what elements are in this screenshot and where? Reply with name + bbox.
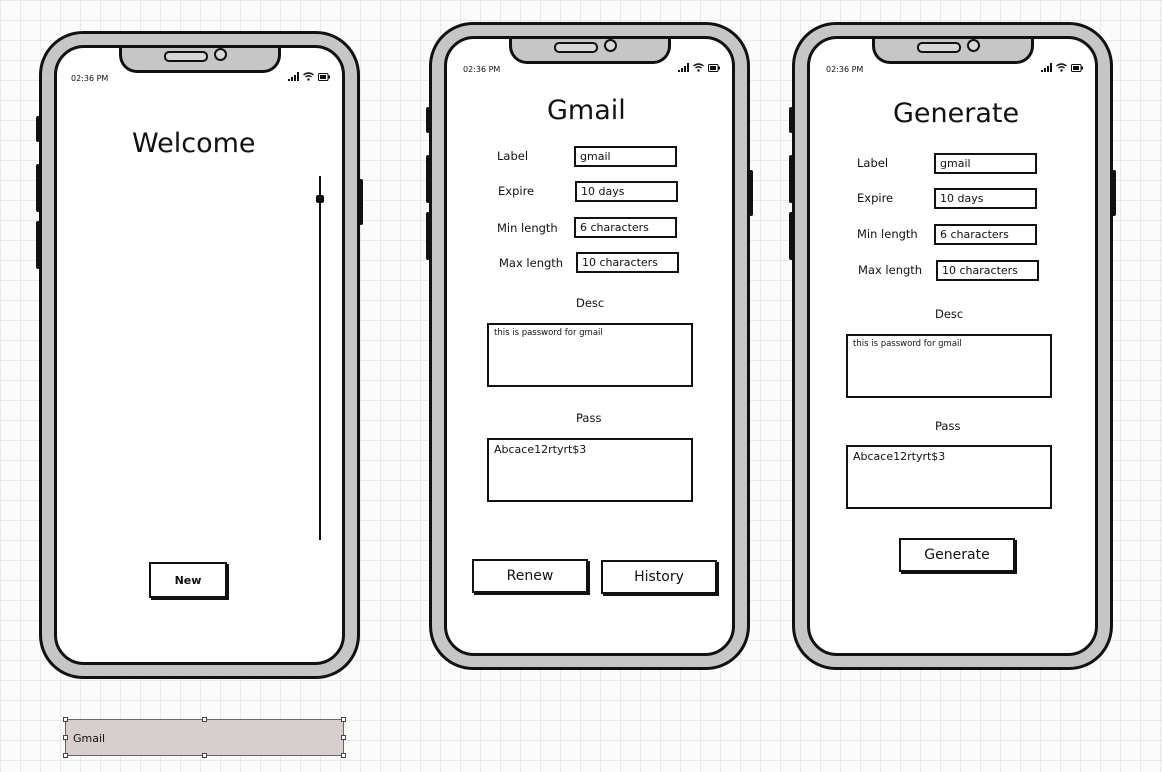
battery-icon bbox=[1071, 63, 1083, 72]
resize-handle[interactable] bbox=[202, 717, 207, 722]
status-icons bbox=[678, 63, 720, 72]
phone-screen: 02:36 PM Welcome New bbox=[54, 45, 345, 665]
min-length-field-label: Min length bbox=[497, 221, 558, 235]
new-button[interactable]: New bbox=[149, 562, 227, 598]
signal-icon bbox=[678, 63, 689, 72]
expire-input[interactable]: 10 days bbox=[934, 188, 1037, 209]
min-length-input[interactable]: 6 characters bbox=[574, 217, 677, 238]
pass-textarea[interactable]: Abcace12rtyrt$3 bbox=[846, 445, 1052, 509]
list-item-label: Gmail bbox=[73, 732, 106, 745]
phone-notch bbox=[508, 39, 671, 64]
expire-input[interactable]: 10 days bbox=[575, 181, 678, 202]
label-field-label: Label bbox=[857, 156, 889, 170]
status-icons bbox=[288, 72, 330, 81]
max-length-input[interactable]: 10 characters bbox=[936, 260, 1039, 281]
speaker-icon bbox=[916, 42, 961, 53]
wifi-icon bbox=[693, 63, 704, 72]
pass-label: Pass bbox=[576, 411, 602, 425]
camera-icon bbox=[603, 39, 617, 52]
max-length-field-label: Max length bbox=[499, 256, 564, 270]
min-length-input[interactable]: 6 characters bbox=[934, 224, 1037, 245]
wifi-icon bbox=[303, 72, 314, 81]
label-input[interactable]: gmail bbox=[934, 153, 1037, 174]
resize-handle[interactable] bbox=[202, 753, 207, 758]
camera-icon bbox=[213, 48, 227, 61]
expire-field-label: Expire bbox=[857, 191, 894, 205]
desc-label: Desc bbox=[576, 296, 605, 310]
phone-gmail: 02:36 PM Gmail Label gmail Expire 10 day… bbox=[426, 22, 753, 670]
expire-field-label: Expire bbox=[498, 184, 535, 198]
pass-textarea[interactable]: Abcace12rtyrt$3 bbox=[487, 438, 693, 502]
scrollbar-thumb[interactable] bbox=[316, 194, 324, 203]
status-time: 02:36 PM bbox=[71, 74, 109, 83]
page-title: Welcome bbox=[132, 128, 256, 159]
status-time: 02:36 PM bbox=[463, 65, 501, 74]
label-field-label: Label bbox=[497, 149, 529, 163]
resize-handle[interactable] bbox=[341, 717, 346, 722]
resize-handle[interactable] bbox=[63, 717, 68, 722]
renew-button[interactable]: Renew bbox=[472, 559, 588, 593]
status-time: 02:36 PM bbox=[826, 65, 864, 74]
speaker-icon bbox=[553, 42, 598, 53]
max-length-field-label: Max length bbox=[858, 263, 923, 277]
battery-icon bbox=[708, 63, 720, 72]
phone-screen: 02:36 PM Gmail Label gmail Expire 10 day… bbox=[444, 36, 735, 656]
phone-notch bbox=[118, 48, 281, 73]
resize-handle[interactable] bbox=[341, 753, 346, 758]
generate-button[interactable]: Generate bbox=[899, 538, 1015, 572]
status-icons bbox=[1041, 63, 1083, 72]
selected-list-item[interactable]: Gmail bbox=[63, 717, 346, 758]
phone-welcome: 02:36 PM Welcome New bbox=[36, 31, 363, 679]
scrollbar-track[interactable] bbox=[319, 176, 321, 540]
min-length-field-label: Min length bbox=[857, 227, 918, 241]
signal-icon bbox=[288, 72, 299, 81]
resize-handle[interactable] bbox=[63, 735, 68, 740]
desc-textarea[interactable]: this is password for gmail bbox=[487, 323, 693, 387]
max-length-input[interactable]: 10 characters bbox=[576, 252, 679, 273]
resize-handle[interactable] bbox=[341, 735, 346, 740]
page-title: Gmail bbox=[547, 95, 626, 126]
camera-icon bbox=[966, 39, 980, 52]
speaker-icon bbox=[163, 51, 208, 62]
desc-label: Desc bbox=[935, 307, 964, 321]
label-input[interactable]: gmail bbox=[574, 146, 677, 167]
history-button[interactable]: History bbox=[601, 560, 717, 594]
phone-generate: 02:36 PM Generate Label gmail Expire 10 … bbox=[789, 22, 1116, 670]
phone-notch bbox=[871, 39, 1034, 64]
page-title: Generate bbox=[893, 98, 1020, 129]
wifi-icon bbox=[1056, 63, 1067, 72]
pass-label: Pass bbox=[935, 419, 961, 433]
desc-textarea[interactable]: this is password for gmail bbox=[846, 334, 1052, 398]
signal-icon bbox=[1041, 63, 1052, 72]
battery-icon bbox=[318, 72, 330, 81]
phone-screen: 02:36 PM Generate Label gmail Expire 10 … bbox=[807, 36, 1098, 656]
resize-handle[interactable] bbox=[63, 753, 68, 758]
